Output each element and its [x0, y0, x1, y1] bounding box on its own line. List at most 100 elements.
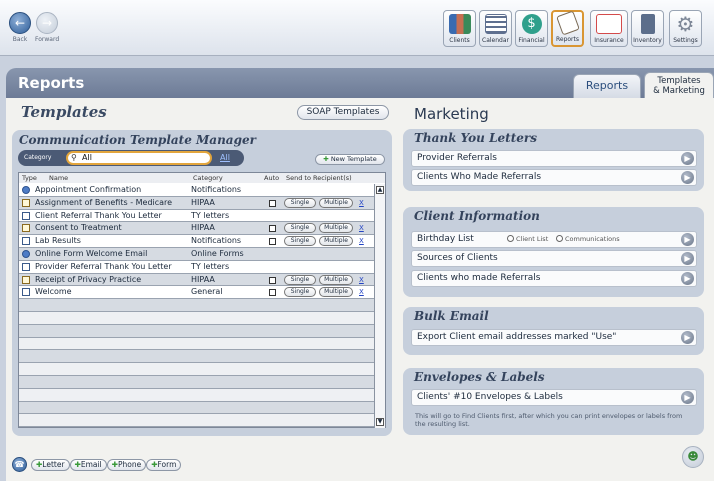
all-link[interactable]: All — [220, 153, 230, 162]
soap-templates-button[interactable]: SOAP Templates — [297, 105, 389, 120]
table-row[interactable]: Appointment Confirmation Notifications — [19, 184, 374, 197]
clients-who-made-referrals-report-item[interactable]: Clients who made Referrals ▶ — [411, 270, 697, 287]
provider-referrals-item[interactable]: Provider Referrals ▶ — [411, 150, 697, 167]
row-category: HIPAA — [191, 274, 215, 284]
toolbar-settings-button[interactable]: ⚙ Settings — [669, 10, 702, 47]
multiple-button[interactable]: Multiple — [319, 274, 353, 285]
arrow-right-icon[interactable]: ▶ — [681, 331, 694, 344]
multiple-button[interactable]: Multiple — [319, 287, 353, 298]
table-row[interactable]: Online Form Welcome Email Online Forms — [19, 247, 374, 261]
delete-link[interactable]: X — [359, 274, 364, 286]
empty-row — [19, 311, 374, 325]
arrow-right-icon[interactable]: ▶ — [681, 252, 694, 265]
single-button[interactable]: Single — [284, 223, 316, 234]
item-label: Clients' #10 Envelopes & Labels — [417, 392, 563, 402]
tab-reports[interactable]: Reports — [573, 74, 641, 98]
email-button[interactable]: ✚Email — [69, 458, 107, 471]
row-name: Provider Referral Thank You Letter — [35, 261, 172, 271]
col-auto: Auto — [264, 174, 280, 182]
table-row[interactable]: Assignment of Benefits - Medicare HIPAA Si… — [19, 196, 374, 210]
forward-button[interactable]: → Forward — [35, 12, 59, 43]
delete-link[interactable]: X — [359, 197, 364, 209]
radio-label: Client List — [516, 235, 549, 243]
phone-button[interactable]: ✚Phone — [106, 458, 147, 471]
table-row[interactable]: Lab Results Notifications Single Multiple X — [19, 235, 374, 248]
delete-link[interactable]: X — [359, 235, 364, 247]
toolbar-reports-button[interactable]: Reports — [551, 10, 584, 47]
toolbar-label: Financial — [518, 37, 545, 44]
delete-link[interactable]: X — [359, 286, 364, 298]
sources-of-clients-item[interactable]: Sources of Clients ▶ — [411, 250, 697, 267]
col-category[interactable]: Category — [193, 173, 223, 183]
single-button[interactable]: Single — [284, 274, 316, 285]
envelopes-labels-item[interactable]: Clients' #10 Envelopes & Labels ▶ — [411, 389, 697, 406]
form-button[interactable]: ✚Form — [146, 458, 182, 471]
single-button[interactable]: Single — [284, 197, 316, 208]
forward-arrow-icon: → — [36, 12, 59, 34]
auto-checkbox[interactable] — [269, 238, 276, 246]
phone-icon[interactable]: ☎ — [12, 457, 27, 472]
row-name: Welcome — [35, 287, 72, 297]
letter-button[interactable]: ✚Letter — [31, 458, 70, 471]
table-row[interactable]: Receipt of Privacy Practice HIPAA Single Mu… — [19, 273, 374, 287]
arrow-right-icon[interactable]: ▶ — [681, 152, 694, 165]
tab-label: Reports — [585, 79, 629, 92]
export-email-item[interactable]: Export Client email addresses marked "Us… — [411, 329, 697, 346]
client-list-radio[interactable]: Client List — [507, 232, 548, 247]
single-button[interactable]: Single — [284, 236, 316, 247]
row-category: Notifications — [191, 236, 242, 246]
toolbar-financial-button[interactable]: $ Financial — [515, 10, 548, 47]
row-category: HIPAA — [191, 197, 215, 207]
toolbar-label: Insurance — [594, 37, 624, 44]
clients-who-made-referrals-item[interactable]: Clients Who Made Referrals ▶ — [411, 169, 697, 186]
table-header: Type Name Category Auto Send to Recipien… — [19, 173, 385, 183]
item-label: Clients Who Made Referrals — [417, 172, 542, 182]
clients-status-icon[interactable]: ☻ — [682, 446, 704, 468]
table-row[interactable]: Welcome General Single Multiple X — [19, 286, 374, 300]
arrow-right-icon[interactable]: ▶ — [681, 272, 694, 285]
multiple-button[interactable]: Multiple — [319, 223, 353, 234]
multiple-button[interactable]: Multiple — [319, 197, 353, 208]
auto-checkbox[interactable] — [269, 199, 276, 207]
table-row[interactable]: Consent to Treatment HIPAA Single Multiple X — [19, 222, 374, 236]
arrow-right-icon[interactable]: ▶ — [681, 233, 694, 246]
envelopes-note: This will go to Find Clients first, afte… — [415, 412, 683, 428]
auto-checkbox[interactable] — [269, 225, 276, 233]
category-input[interactable]: ⚲ All — [66, 151, 212, 165]
scroll-down-icon[interactable]: ▼ — [376, 418, 384, 426]
table-row[interactable]: Provider Referral Thank You Letter TY let… — [19, 261, 374, 274]
toolbar-insurance-button[interactable]: Insurance — [590, 10, 628, 47]
arrow-right-icon[interactable]: ▶ — [681, 391, 694, 404]
table-scrollbar[interactable]: ▲ ▼ — [374, 184, 385, 428]
table-row[interactable]: Client Referral Thank You Letter TY lette… — [19, 210, 374, 223]
col-type[interactable]: Type — [22, 173, 37, 183]
arrow-right-icon[interactable]: ▶ — [681, 171, 694, 184]
row-category: Notifications — [191, 185, 242, 194]
marketing-heading: Marketing — [414, 105, 489, 123]
col-name[interactable]: Name — [49, 173, 68, 183]
thank-you-letters-panel: Thank You Letters Provider Referrals ▶ C… — [403, 129, 704, 191]
page-title: Reports — [18, 74, 85, 92]
row-category: TY letters — [191, 261, 230, 271]
communications-radio[interactable]: Communications — [556, 232, 620, 247]
empty-row — [19, 414, 374, 428]
birthday-list-item[interactable]: Birthday List Client List Communications… — [411, 231, 697, 248]
single-button[interactable]: Single — [284, 287, 316, 298]
client-information-panel: Client Information Birthday List Client … — [403, 207, 704, 297]
plus-icon: ✚ — [323, 155, 329, 163]
multiple-button[interactable]: Multiple — [319, 236, 353, 247]
back-button[interactable]: ← Back — [9, 12, 31, 43]
document-icon — [22, 262, 30, 271]
row-category: HIPAA — [191, 223, 215, 233]
delete-link[interactable]: X — [359, 222, 364, 234]
empty-row — [19, 375, 374, 389]
auto-checkbox[interactable] — [269, 276, 276, 284]
tab-templates-marketing[interactable]: Templates & Marketing — [644, 72, 714, 98]
toolbar-inventory-button[interactable]: Inventory — [631, 10, 664, 47]
signature-icon — [22, 275, 30, 284]
new-template-button[interactable]: ✚ New Template — [315, 154, 385, 165]
auto-checkbox[interactable] — [269, 289, 276, 297]
scroll-up-icon[interactable]: ▲ — [376, 186, 384, 194]
toolbar-calendar-button[interactable]: Calendar — [479, 10, 512, 47]
toolbar-clients-button[interactable]: Clients — [443, 10, 476, 47]
